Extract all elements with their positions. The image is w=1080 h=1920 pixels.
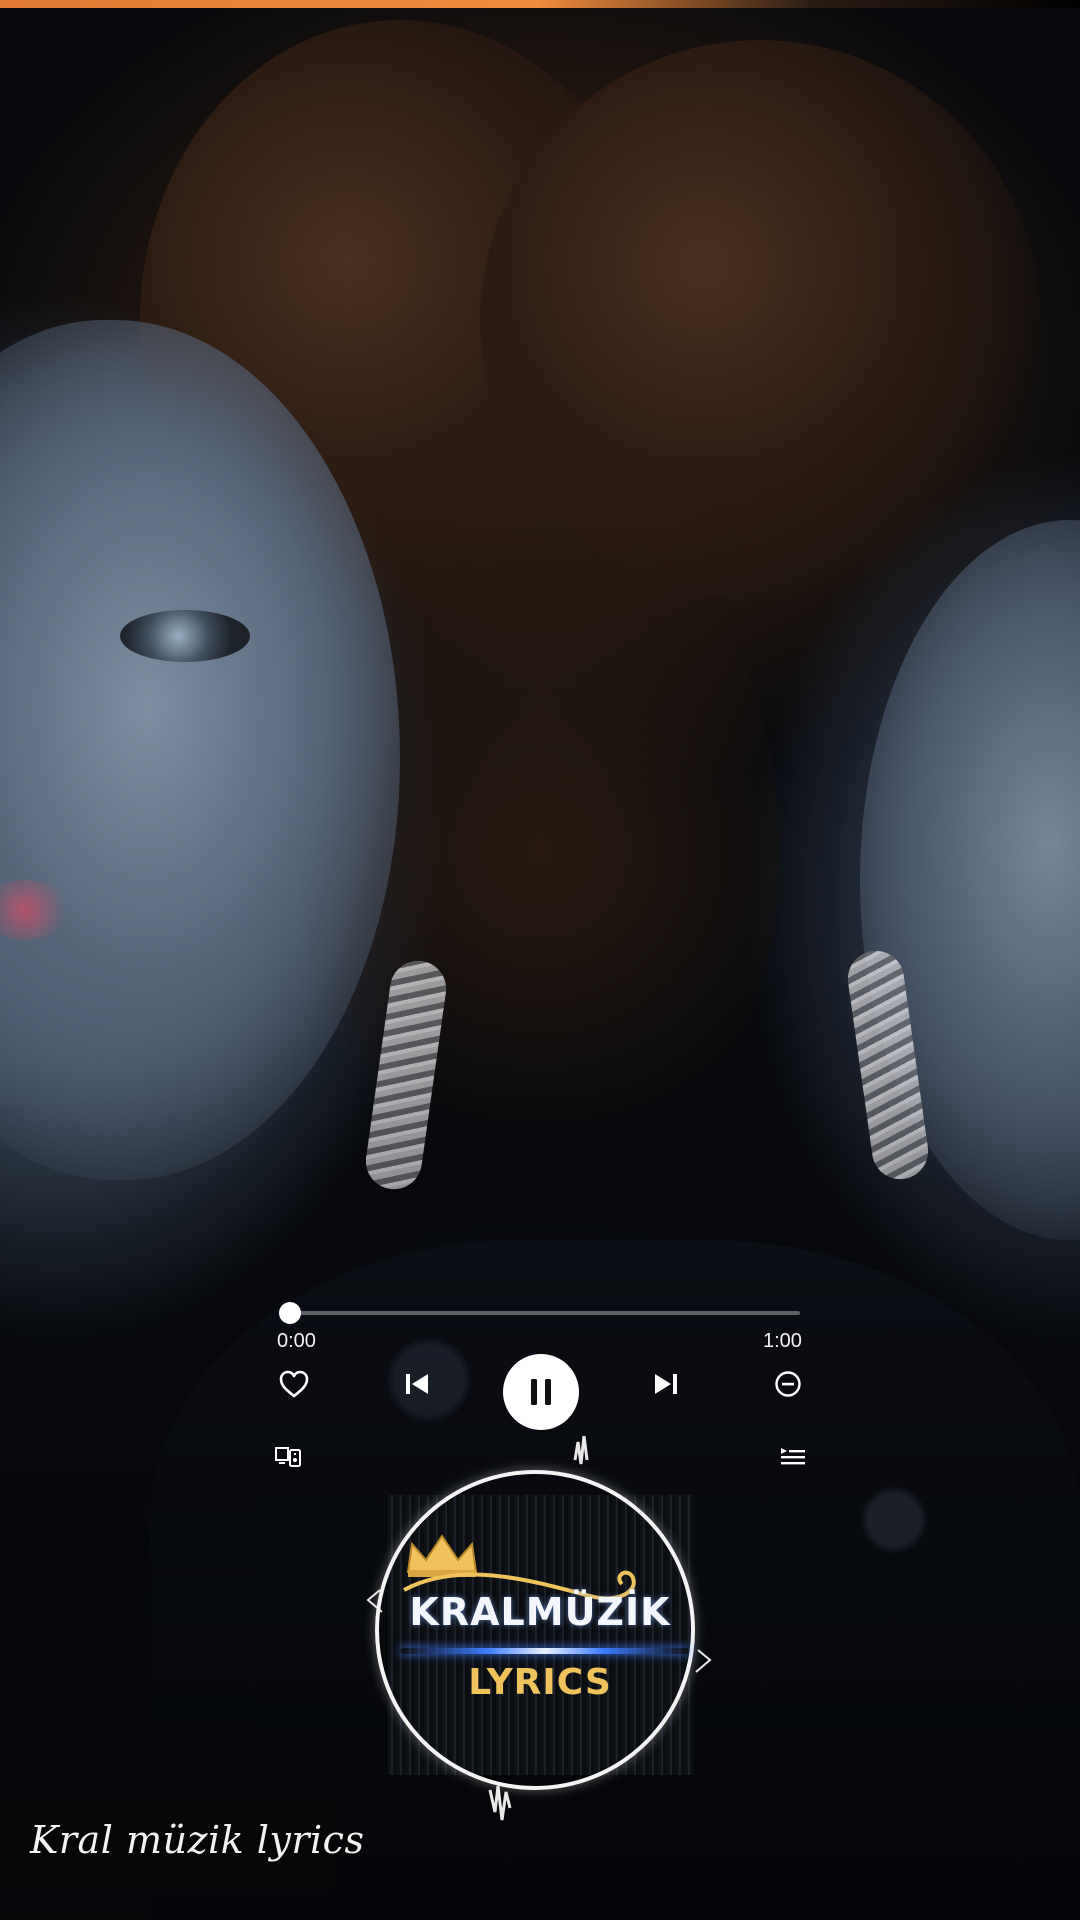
queue-button[interactable] (776, 1440, 810, 1474)
play-pause-button[interactable] (503, 1354, 579, 1430)
heart-outline-icon (279, 1370, 309, 1398)
queue-list-icon (781, 1448, 805, 1465)
elapsed-time: 0:00 (277, 1330, 316, 1352)
connect-devices-button[interactable] (271, 1440, 305, 1474)
logo-subtitle: LYRICS (468, 1662, 612, 1703)
skip-previous-icon (406, 1374, 428, 1394)
seek-bar[interactable] (279, 1302, 800, 1324)
next-button[interactable] (646, 1364, 686, 1404)
previous-button[interactable] (397, 1364, 437, 1404)
connect-devices-icon (275, 1447, 301, 1467)
skip-next-icon (655, 1374, 677, 1394)
top-accent-bar (0, 0, 1080, 8)
channel-logo: KRALMÜZİK LYRICS (360, 1430, 720, 1830)
hide-song-button[interactable] (768, 1364, 808, 1404)
logo-title: KRALMÜZİK (409, 1590, 671, 1634)
like-button[interactable] (274, 1364, 314, 1404)
seek-bar-thumb[interactable] (279, 1302, 301, 1324)
minus-circle-icon (775, 1371, 801, 1397)
pause-icon (531, 1379, 551, 1405)
watermark-text: Kral müzik lyrics (30, 1818, 365, 1862)
logo-glow-line (400, 1648, 690, 1654)
total-duration: 1:00 (763, 1330, 802, 1352)
